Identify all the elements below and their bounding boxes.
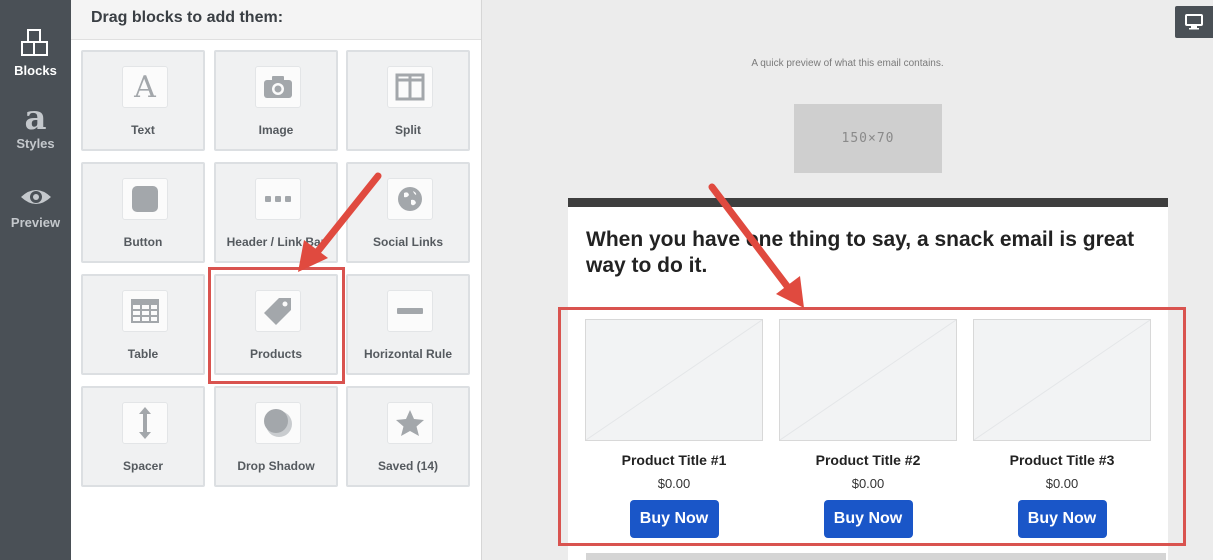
block-spacer[interactable]: Spacer [81, 386, 205, 487]
rail-label-preview: Preview [10, 215, 61, 230]
block-label: Split [395, 123, 421, 137]
panel-heading: Drag blocks to add them: [71, 0, 481, 40]
rail-item-preview[interactable]: Preview [0, 184, 71, 230]
spacer-icon [122, 402, 168, 444]
block-label: Image [258, 123, 294, 137]
block-label: Saved (14) [377, 459, 439, 473]
rail-label-styles: Styles [16, 136, 55, 151]
block-label: Table [127, 347, 159, 361]
block-drop-shadow[interactable]: Drop Shadow [214, 386, 338, 487]
block-image[interactable]: Image [214, 50, 338, 151]
block-label: Text [131, 123, 155, 137]
rail-label-blocks: Blocks [14, 63, 57, 78]
next-section-placeholder [586, 553, 1166, 560]
camera-icon [255, 66, 301, 108]
button-icon [122, 178, 168, 220]
block-split[interactable]: Split [346, 50, 470, 151]
email-headline[interactable]: When you have one thing to say, a snack … [586, 227, 1156, 279]
block-label: Header / Link Bar [226, 235, 326, 249]
block-label: Spacer [122, 459, 164, 473]
logo-placeholder[interactable]: 150×70 [794, 104, 942, 173]
block-social-links[interactable]: Social Links [346, 162, 470, 263]
block-label: Horizontal Rule [363, 347, 452, 361]
block-table[interactable]: Table [81, 274, 205, 375]
block-label: Drop Shadow [237, 459, 315, 473]
block-label: Social Links [372, 235, 444, 249]
rail-item-blocks[interactable]: Blocks [0, 28, 71, 78]
rail-item-styles[interactable]: a Styles [0, 98, 71, 151]
text-icon: A [122, 66, 168, 108]
block-header-link-bar[interactable]: Header / Link Bar [214, 162, 338, 263]
globe-icon [387, 178, 433, 220]
block-text[interactable]: A Text [81, 50, 205, 151]
products-tile-highlight [208, 267, 345, 384]
desktop-view-button[interactable] [1175, 6, 1213, 38]
split-icon [387, 66, 433, 108]
preheader-text: A quick preview of what this email conta… [751, 58, 944, 69]
desktop-icon [1185, 14, 1203, 30]
blocks-icon [20, 29, 48, 56]
dots-icon [255, 178, 301, 220]
block-label: Button [123, 235, 163, 249]
eye-icon [20, 190, 51, 204]
styles-icon: a [24, 98, 47, 138]
block-horizontal-rule[interactable]: Horizontal Rule [346, 274, 470, 375]
products-section-highlight [558, 307, 1186, 546]
block-saved[interactable]: Saved (14) [346, 386, 470, 487]
left-rail: Blocks a Styles Preview [0, 0, 71, 560]
rule-icon [387, 290, 433, 332]
block-button[interactable]: Button [81, 162, 205, 263]
shadow-icon [255, 402, 301, 444]
star-icon [387, 402, 433, 444]
table-icon [122, 290, 168, 332]
